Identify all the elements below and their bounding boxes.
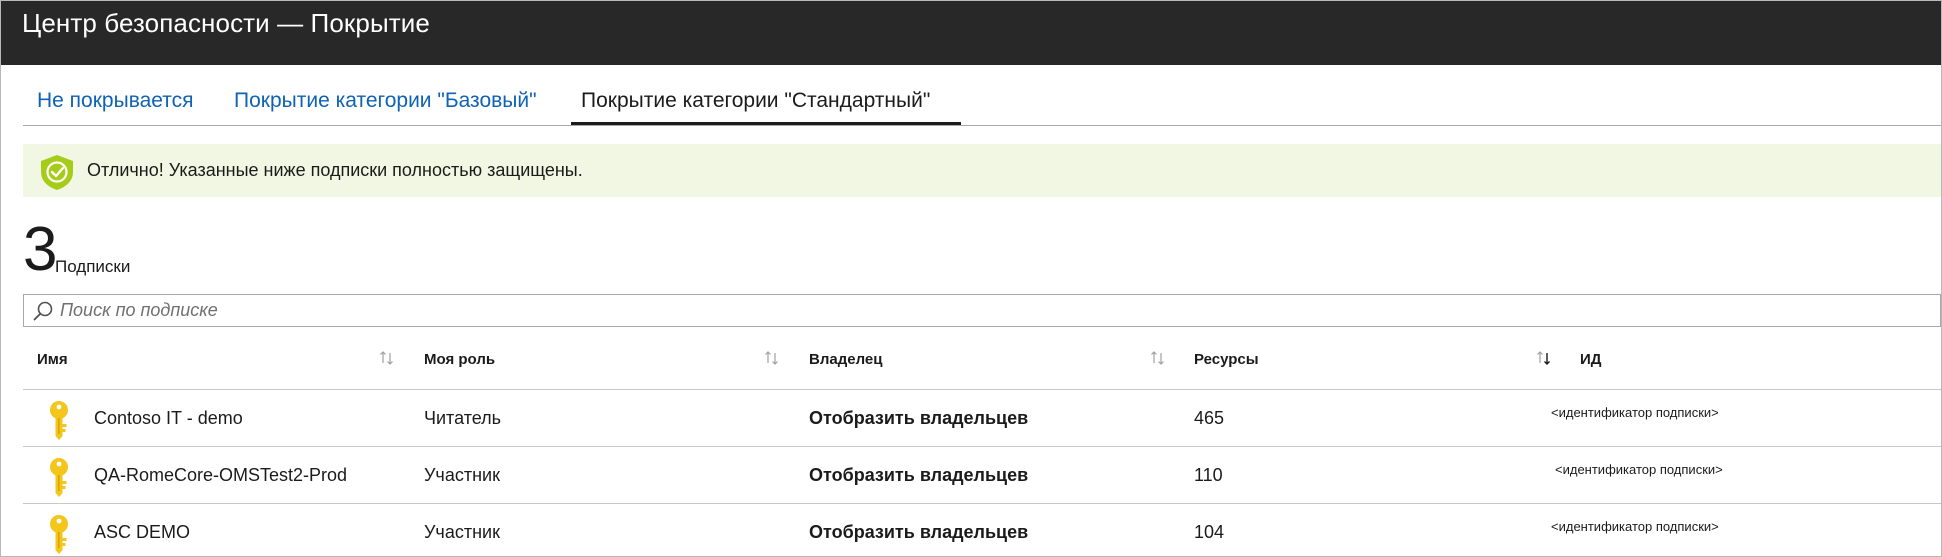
success-banner: Отлично! Указанные ниже подписки полност… (23, 144, 1941, 197)
show-owners-link[interactable]: Отобразить владельцев (809, 408, 1028, 429)
sort-icon[interactable] (1149, 349, 1167, 367)
subscription-role: Участник (424, 465, 500, 485)
show-owners-link[interactable]: Отобразить владельцев (809, 465, 1028, 486)
subscription-resources: 104 (1194, 522, 1225, 542)
tab-not-covered[interactable]: Не покрывается (37, 89, 194, 113)
sort-descending-icon[interactable] (1535, 349, 1553, 367)
sort-icon[interactable] (378, 349, 396, 367)
subscription-role: Участник (424, 522, 500, 542)
table-row[interactable]: Contoso IT - demo Читатель Отобразить вл… (23, 390, 1941, 447)
tab-strip: Не покрывается Покрытие категории "Базов… (23, 65, 1941, 126)
subscription-name: QA-RomeCore-OMSTest2-Prod (94, 465, 348, 485)
search-input[interactable] (60, 298, 1920, 322)
table-row[interactable]: ASC DEMO Участник Отобразить владельцев … (23, 504, 1941, 556)
search-icon (33, 301, 53, 321)
key-icon (50, 458, 68, 497)
subscription-resources: 110 (1194, 465, 1223, 485)
show-owners-link[interactable]: Отобразить владельцев (809, 522, 1028, 543)
subscription-name: Contoso IT - demo (94, 408, 243, 428)
tab-standard-coverage[interactable]: Покрытие категории "Стандартный" (581, 89, 930, 113)
security-center-window: Центр безопасности — Покрытие Не покрыва… (0, 0, 1942, 557)
subscription-id: <идентификатор подписки> (1555, 462, 1723, 477)
shield-check-icon (41, 155, 73, 190)
tab-basic-coverage[interactable]: Покрытие категории "Базовый" (234, 89, 537, 113)
subscription-id: <идентификатор подписки> (1551, 519, 1719, 534)
active-tab-indicator (571, 122, 961, 125)
table-header: Имя Моя роль Владелец Ресурсы ИД (23, 339, 1941, 390)
column-header-name[interactable]: Имя (37, 351, 68, 368)
key-icon (50, 401, 68, 440)
table-row[interactable]: QA-RomeCore-OMSTest2-Prod Участник Отобр… (23, 447, 1941, 504)
sort-icon[interactable] (763, 349, 781, 367)
subscription-name: ASC DEMO (94, 522, 191, 542)
column-header-id: ИД (1580, 351, 1602, 368)
subscription-role: Читатель (424, 408, 502, 428)
column-header-resources[interactable]: Ресурсы (1194, 351, 1259, 368)
subscription-resources: 465 (1194, 408, 1225, 428)
subscription-count: 3 (23, 215, 58, 284)
column-header-role[interactable]: Моя роль (424, 351, 495, 368)
key-icon (50, 515, 68, 554)
column-header-owner[interactable]: Владелец (809, 351, 882, 368)
subscription-count-label: Подписки (55, 257, 131, 276)
subscription-id: <идентификатор подписки> (1551, 405, 1719, 420)
title-bar: Центр безопасности — Покрытие (1, 1, 1941, 65)
page-title: Центр безопасности — Покрытие (22, 8, 430, 38)
banner-message: Отлично! Указанные ниже подписки полност… (87, 160, 583, 180)
search-box[interactable] (23, 294, 1941, 327)
